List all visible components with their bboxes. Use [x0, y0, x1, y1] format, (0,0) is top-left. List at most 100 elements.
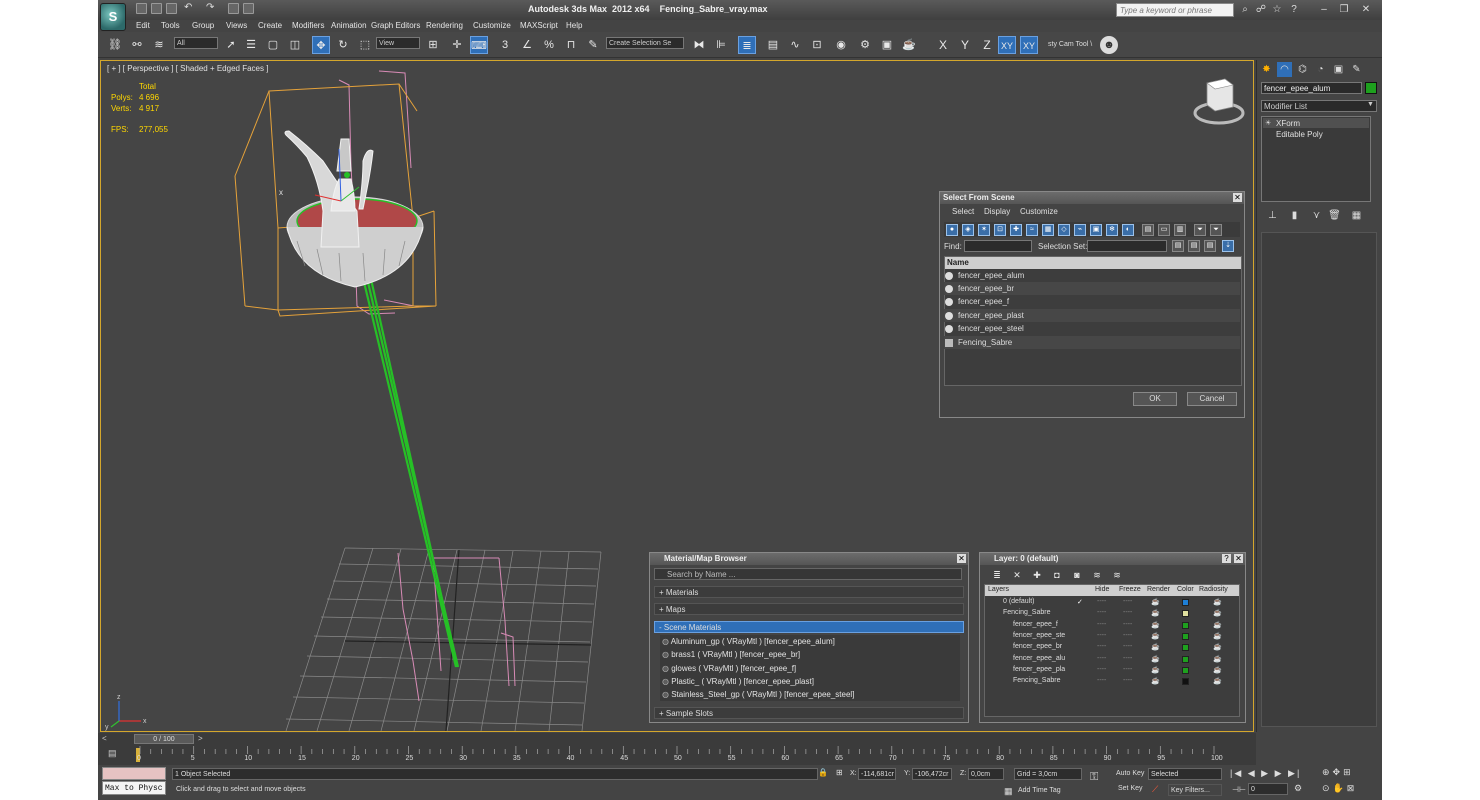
named-selection-set-dropdown[interactable]: Create Selection Se: [606, 37, 684, 49]
material-item[interactable]: ◍ Plastic_ ( VRayMtl ) [fencer_epee_plas…: [662, 677, 814, 686]
minimize-icon[interactable]: –: [1318, 4, 1330, 16]
absolute-mode-icon[interactable]: ⊞: [836, 768, 843, 777]
material-editor-icon[interactable]: ◉: [832, 36, 850, 54]
sample-slots-rollout[interactable]: + Sample Slots: [654, 707, 964, 719]
make-unique-icon[interactable]: ⋎: [1309, 208, 1324, 223]
layer-row[interactable]: fencer_epee_alu ---- ---- ☕ ☕: [985, 654, 1239, 665]
favorites-star-icon[interactable]: ☆: [1271, 4, 1283, 16]
display-containers-icon[interactable]: ▣: [1090, 224, 1102, 236]
close-icon[interactable]: ✕: [1233, 193, 1242, 202]
set-key-icon[interactable]: ⟋: [1152, 784, 1158, 795]
key-mode-dropdown[interactable]: Selected: [1148, 768, 1222, 780]
add-to-layer-icon[interactable]: ✚: [1028, 568, 1046, 582]
time-slider-thumb[interactable]: 0 / 100: [134, 734, 194, 744]
axis-x-button[interactable]: X: [934, 36, 952, 54]
object-name-field[interactable]: fencer_epee_alum: [1261, 82, 1362, 94]
col-freeze[interactable]: Freeze: [1119, 586, 1141, 593]
configure-sets-icon[interactable]: ▦: [1349, 208, 1364, 223]
current-layer-check[interactable]: ✓: [1077, 598, 1083, 606]
display-lights-icon[interactable]: ✶: [978, 224, 990, 236]
select-and-rotate-icon[interactable]: ↻: [334, 36, 352, 54]
layer-row[interactable]: Fencing_Sabre ---- ---- ☕ ☕: [985, 608, 1239, 619]
set-key-button[interactable]: Set Key: [1118, 785, 1143, 792]
freeze-toggle[interactable]: ----: [1123, 609, 1132, 616]
display-cameras-icon[interactable]: ⊡: [994, 224, 1006, 236]
render-production-icon[interactable]: ☕: [900, 36, 918, 54]
freeze-toggle[interactable]: ----: [1123, 666, 1132, 673]
axis-xy-cycle-button[interactable]: XY: [1020, 36, 1038, 54]
menu-graph-editors[interactable]: Graph Editors: [371, 21, 420, 30]
material-item[interactable]: ◍ Stainless_Steel_gp ( VRayMtl ) [fencer…: [662, 690, 854, 699]
chevron-down-icon[interactable]: ▼: [1367, 101, 1374, 108]
hide-toggle[interactable]: ----: [1097, 598, 1106, 605]
col-color[interactable]: Color: [1177, 586, 1194, 593]
menu-edit[interactable]: Edit: [136, 21, 150, 30]
maxscript-listener-pink[interactable]: [102, 767, 166, 780]
select-all-icon[interactable]: ▤: [1142, 224, 1154, 236]
layer-color-swatch[interactable]: [1182, 678, 1189, 686]
menu-customize[interactable]: Customize: [473, 21, 511, 30]
time-config-icon[interactable]: ⚙: [1294, 783, 1302, 794]
display-helpers-icon[interactable]: ✚: [1010, 224, 1022, 236]
cancel-button[interactable]: Cancel: [1187, 392, 1237, 406]
layer-color-swatch[interactable]: [1182, 666, 1189, 674]
hide-toggle[interactable]: ----: [1097, 632, 1106, 639]
freeze-toggle[interactable]: ----: [1123, 655, 1132, 662]
freeze-toggle[interactable]: ----: [1123, 643, 1132, 650]
create-tab-icon[interactable]: ✸: [1259, 62, 1274, 77]
hierarchy-tab-icon[interactable]: ⌬: [1295, 62, 1310, 77]
search-input[interactable]: Type a keyword or phrase: [1116, 3, 1234, 17]
freeze-toggle[interactable]: ----: [1123, 621, 1132, 628]
layer-row[interactable]: 0 (default) ✓ ---- ---- ☕ ☕: [985, 597, 1239, 608]
layer-row[interactable]: fencer_epee_f ---- ---- ☕ ☕: [985, 620, 1239, 631]
custom-tool-label[interactable]: sty Cam Tool \: [1048, 41, 1092, 48]
search-name-input[interactable]: Search by Name ...: [654, 568, 962, 580]
snaps-toggle-icon[interactable]: 3: [496, 36, 514, 54]
menu-rendering[interactable]: Rendering: [426, 21, 463, 30]
z-coordinate-field[interactable]: 0,0cm: [968, 768, 1004, 780]
rectangular-selection-icon[interactable]: ▢: [264, 36, 282, 54]
layer-row[interactable]: fencer_epee_ste ---- ---- ☕ ☕: [985, 631, 1239, 642]
axis-z-button[interactable]: Z: [978, 36, 996, 54]
col-render[interactable]: Render: [1147, 586, 1170, 593]
curve-editor-icon[interactable]: ∿: [786, 36, 804, 54]
save-file-icon[interactable]: [166, 3, 177, 14]
x-coordinate-field[interactable]: -114,681cr: [858, 768, 896, 780]
render-teapot-icon[interactable]: ☕: [1151, 598, 1160, 606]
layer-color-swatch[interactable]: [1182, 599, 1189, 606]
layer-color-swatch[interactable]: [1182, 610, 1189, 618]
list-item[interactable]: fencer_epee_steel: [944, 322, 1240, 335]
bind-space-warp-icon[interactable]: ≋: [150, 36, 168, 54]
render-teapot-icon[interactable]: ☕: [1151, 609, 1160, 617]
list-item[interactable]: fencer_epee_br: [944, 282, 1240, 295]
lock-selection-icon[interactable]: 🔒: [818, 768, 828, 777]
add-time-tag-button[interactable]: Add Time Tag: [1018, 787, 1061, 794]
window-crossing-icon[interactable]: ◫: [286, 36, 304, 54]
select-layer-objects-icon[interactable]: ◘: [1048, 568, 1066, 582]
menu-tools[interactable]: Tools: [161, 21, 180, 30]
track-bar[interactable]: ▤ 0 5 10 15 20 25 30 35 40 45 50 55 60 65 70 75 80 85 90 95…: [98, 745, 1256, 765]
menu-modifiers[interactable]: Modifiers: [292, 21, 324, 30]
hold-icon[interactable]: [228, 3, 239, 14]
key-filters-button[interactable]: Key Filters...: [1168, 784, 1222, 796]
mirror-icon[interactable]: ⧓: [690, 36, 708, 54]
select-object-icon[interactable]: ➚: [222, 36, 240, 54]
hide-toggle[interactable]: ----: [1097, 609, 1106, 616]
stack-item-editable-poly[interactable]: Editable Poly: [1276, 130, 1323, 139]
motion-tab-icon[interactable]: ◔: [1313, 62, 1328, 77]
rendered-frame-window-icon[interactable]: ▣: [878, 36, 896, 54]
perspective-viewport[interactable]: [ + ] [ Perspective ] [ Shaded + Edged F…: [100, 60, 1254, 732]
col-layers[interactable]: Layers: [988, 586, 1009, 593]
select-invert-icon[interactable]: ▥: [1174, 224, 1186, 236]
delete-layer-icon[interactable]: ✕: [1008, 568, 1026, 582]
percent-snap-icon[interactable]: %: [540, 36, 558, 54]
render-teapot-icon[interactable]: ☕: [1151, 666, 1160, 674]
radiosity-teapot-icon[interactable]: ☕: [1213, 598, 1222, 606]
schematic-view-icon[interactable]: ⊡: [808, 36, 826, 54]
communication-center-icon[interactable]: ☍: [1255, 4, 1267, 16]
align-icon[interactable]: ⊫: [712, 36, 730, 54]
light-bulb-icon[interactable]: ☀: [1265, 119, 1271, 127]
layer-color-swatch[interactable]: [1182, 644, 1189, 652]
pin-stack-icon[interactable]: ⊥: [1265, 208, 1280, 223]
spinner-snap-icon[interactable]: ⊓: [562, 36, 580, 54]
